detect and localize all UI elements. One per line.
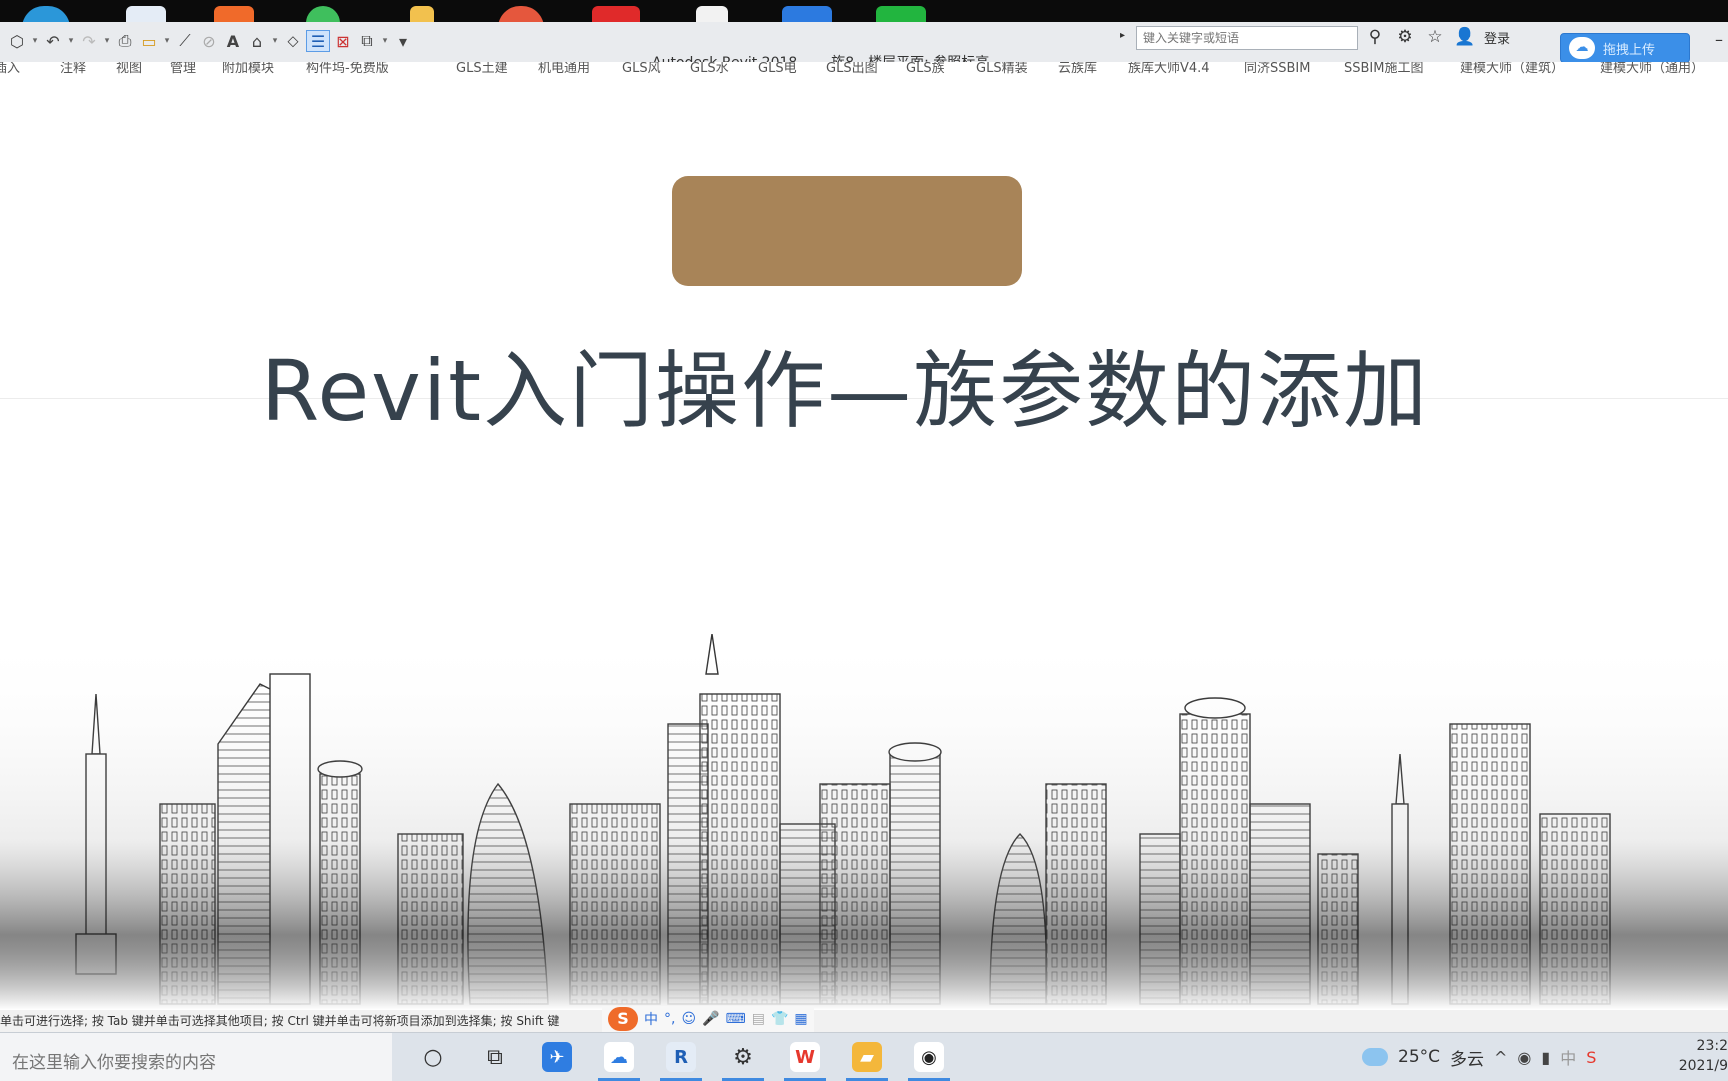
mail-icon[interactable] (782, 6, 832, 22)
microphone-icon[interactable]: 🎤 (702, 1011, 719, 1027)
taskbar-apps: ○ ⧉ ✈ ☁ R ⚙ W ▰ ◉ (402, 1033, 960, 1081)
revit-status-bar: 单击可进行选择; 按 Tab 键并单击可选择其他项目; 按 Ctrl 键并单击可… (0, 1010, 1728, 1032)
browser-icon[interactable] (22, 6, 70, 22)
system-tray: 25°C 多云 ^ ◉ ▮ 中 S (1362, 1033, 1596, 1081)
chevron-down-icon[interactable]: ▾ (30, 36, 40, 46)
punctuation-icon[interactable]: °, (664, 1011, 675, 1027)
3d-view-icon[interactable]: ⌂ (246, 30, 268, 52)
wps-icon[interactable]: W (774, 1033, 836, 1081)
switch-windows-icon[interactable]: ⧉ (356, 30, 378, 52)
grid-menu-icon[interactable]: ▦ (794, 1011, 807, 1027)
minimize-icon[interactable]: – (1715, 30, 1723, 49)
sogou-ime-icon[interactable]: S (608, 1007, 638, 1031)
wechat-icon[interactable] (876, 6, 926, 22)
windows-taskbar: ○ ⧉ ✈ ☁ R ⚙ W ▰ ◉ 25°C 多云 ^ ◉ ▮ 中 S 23:2… (0, 1032, 1728, 1081)
qq-icon[interactable]: ◉ (898, 1033, 960, 1081)
volume-icon[interactable]: ▮ (1541, 1048, 1550, 1067)
dimension-icon[interactable]: ⟋ (174, 30, 196, 52)
ime-toolbar: S 中 °, ☺ 🎤 ⌨ ▤ 👕 ▦ (602, 1006, 814, 1032)
weather-desc[interactable]: 多云 (1450, 1045, 1484, 1070)
chevron-down-icon[interactable]: ▾ (102, 36, 112, 46)
chevron-up-icon[interactable]: ^ (1494, 1048, 1507, 1067)
sogou-tray-icon[interactable]: S (1586, 1048, 1596, 1067)
text-icon[interactable]: A (222, 30, 244, 52)
redo-icon[interactable]: ↷ (78, 30, 100, 52)
undo-icon[interactable]: ↶ (42, 30, 64, 52)
app-icon-orange[interactable] (214, 6, 254, 22)
taskbar-search-input[interactable] (0, 1033, 392, 1081)
folder-icon[interactable] (410, 6, 434, 22)
chevron-down-icon[interactable]: ▾ (380, 36, 390, 46)
clock[interactable]: 23:2 2021/9 (1672, 1036, 1728, 1076)
keyboard-icon[interactable]: ⌨ (726, 1011, 746, 1027)
quick-access-toolbar: ⬡ ▾ ↶ ▾ ↷ ▾ ⎙ ▭ ▾ ⟋ ⊘ A ⌂ ▾ ⬦ ☰ ⊠ ⧉ ▾ ▾ (6, 30, 414, 52)
login-link[interactable]: 登录 (1484, 28, 1510, 47)
cortana-icon[interactable]: ○ (402, 1033, 464, 1081)
settings-icon[interactable]: ⚙ (712, 1033, 774, 1081)
close-hidden-icon[interactable]: ⊠ (332, 30, 354, 52)
app-icon-red[interactable] (592, 6, 640, 22)
section-icon[interactable]: ⬦ (282, 30, 304, 52)
revit-icon[interactable]: R (650, 1033, 712, 1081)
binoculars-icon[interactable]: ⚲ (1364, 27, 1386, 47)
user-icon[interactable]: 👤 (1454, 27, 1476, 47)
presentation-slide: Revit入门操作—族参数的添加 (0, 74, 1728, 1010)
clock-date: 2021/9 (1678, 1058, 1728, 1074)
document-icon[interactable] (696, 6, 728, 22)
clock-time: 23:2 (1696, 1038, 1728, 1054)
infocenter-tools: ⚲ ⚙ ☆ 👤 登录 (1364, 27, 1510, 47)
city-skyline-illustration (0, 634, 1728, 1010)
star-icon[interactable]: ☆ (1424, 27, 1446, 47)
baidu-cloud-icon: ☁ (1569, 37, 1595, 59)
tag-icon[interactable]: ⊘ (198, 30, 220, 52)
search-expand-icon[interactable]: ▸ (1120, 30, 1125, 41)
app-icon-green[interactable] (306, 6, 340, 22)
thin-lines-icon[interactable]: ☰ (306, 30, 330, 52)
ime-mode-label[interactable]: 中 (644, 1009, 658, 1029)
task-view-icon[interactable]: ⧉ (464, 1033, 526, 1081)
slide-title: Revit入门操作—族参数的添加 (260, 342, 1430, 440)
toolbox-icon[interactable]: ▤ (752, 1011, 765, 1027)
infocenter-search-input[interactable] (1136, 26, 1358, 50)
file-explorer-icon[interactable]: ▰ (836, 1033, 898, 1081)
qq-tray-icon[interactable]: ◉ (1517, 1048, 1531, 1067)
title-badge (672, 176, 1022, 286)
upload-button[interactable]: ☁ 拖拽上传 (1560, 33, 1690, 63)
print-icon[interactable]: ⎙ (114, 30, 136, 52)
subscription-icon[interactable]: ⚙ (1394, 27, 1416, 47)
app-menu-icon[interactable]: ⬡ (6, 30, 28, 52)
word-icon[interactable] (126, 6, 166, 22)
chevron-down-icon[interactable]: ▾ (66, 36, 76, 46)
ime-indicator[interactable]: 中 (1560, 1045, 1576, 1069)
chevron-down-icon[interactable]: ▾ (270, 36, 280, 46)
measure-icon[interactable]: ▭ (138, 30, 160, 52)
customize-qat-icon[interactable]: ▾ (392, 30, 414, 52)
status-message: 单击可进行选择; 按 Tab 键并单击可选择其他项目; 按 Ctrl 键并单击可… (0, 1014, 560, 1028)
feishu-icon[interactable]: ✈ (526, 1033, 588, 1081)
chevron-down-icon[interactable]: ▾ (162, 36, 172, 46)
upload-label: 拖拽上传 (1603, 42, 1656, 58)
top-app-strip (0, 0, 1728, 22)
cloud-weather-icon[interactable] (1362, 1048, 1388, 1066)
emoji-icon[interactable]: ☺ (681, 1011, 696, 1027)
baidu-netdisk-icon[interactable]: ☁ (588, 1033, 650, 1081)
weather-temp[interactable]: 25°C (1398, 1047, 1440, 1067)
app-icon-red-round[interactable] (498, 6, 544, 22)
skin-icon[interactable]: 👕 (771, 1011, 788, 1027)
